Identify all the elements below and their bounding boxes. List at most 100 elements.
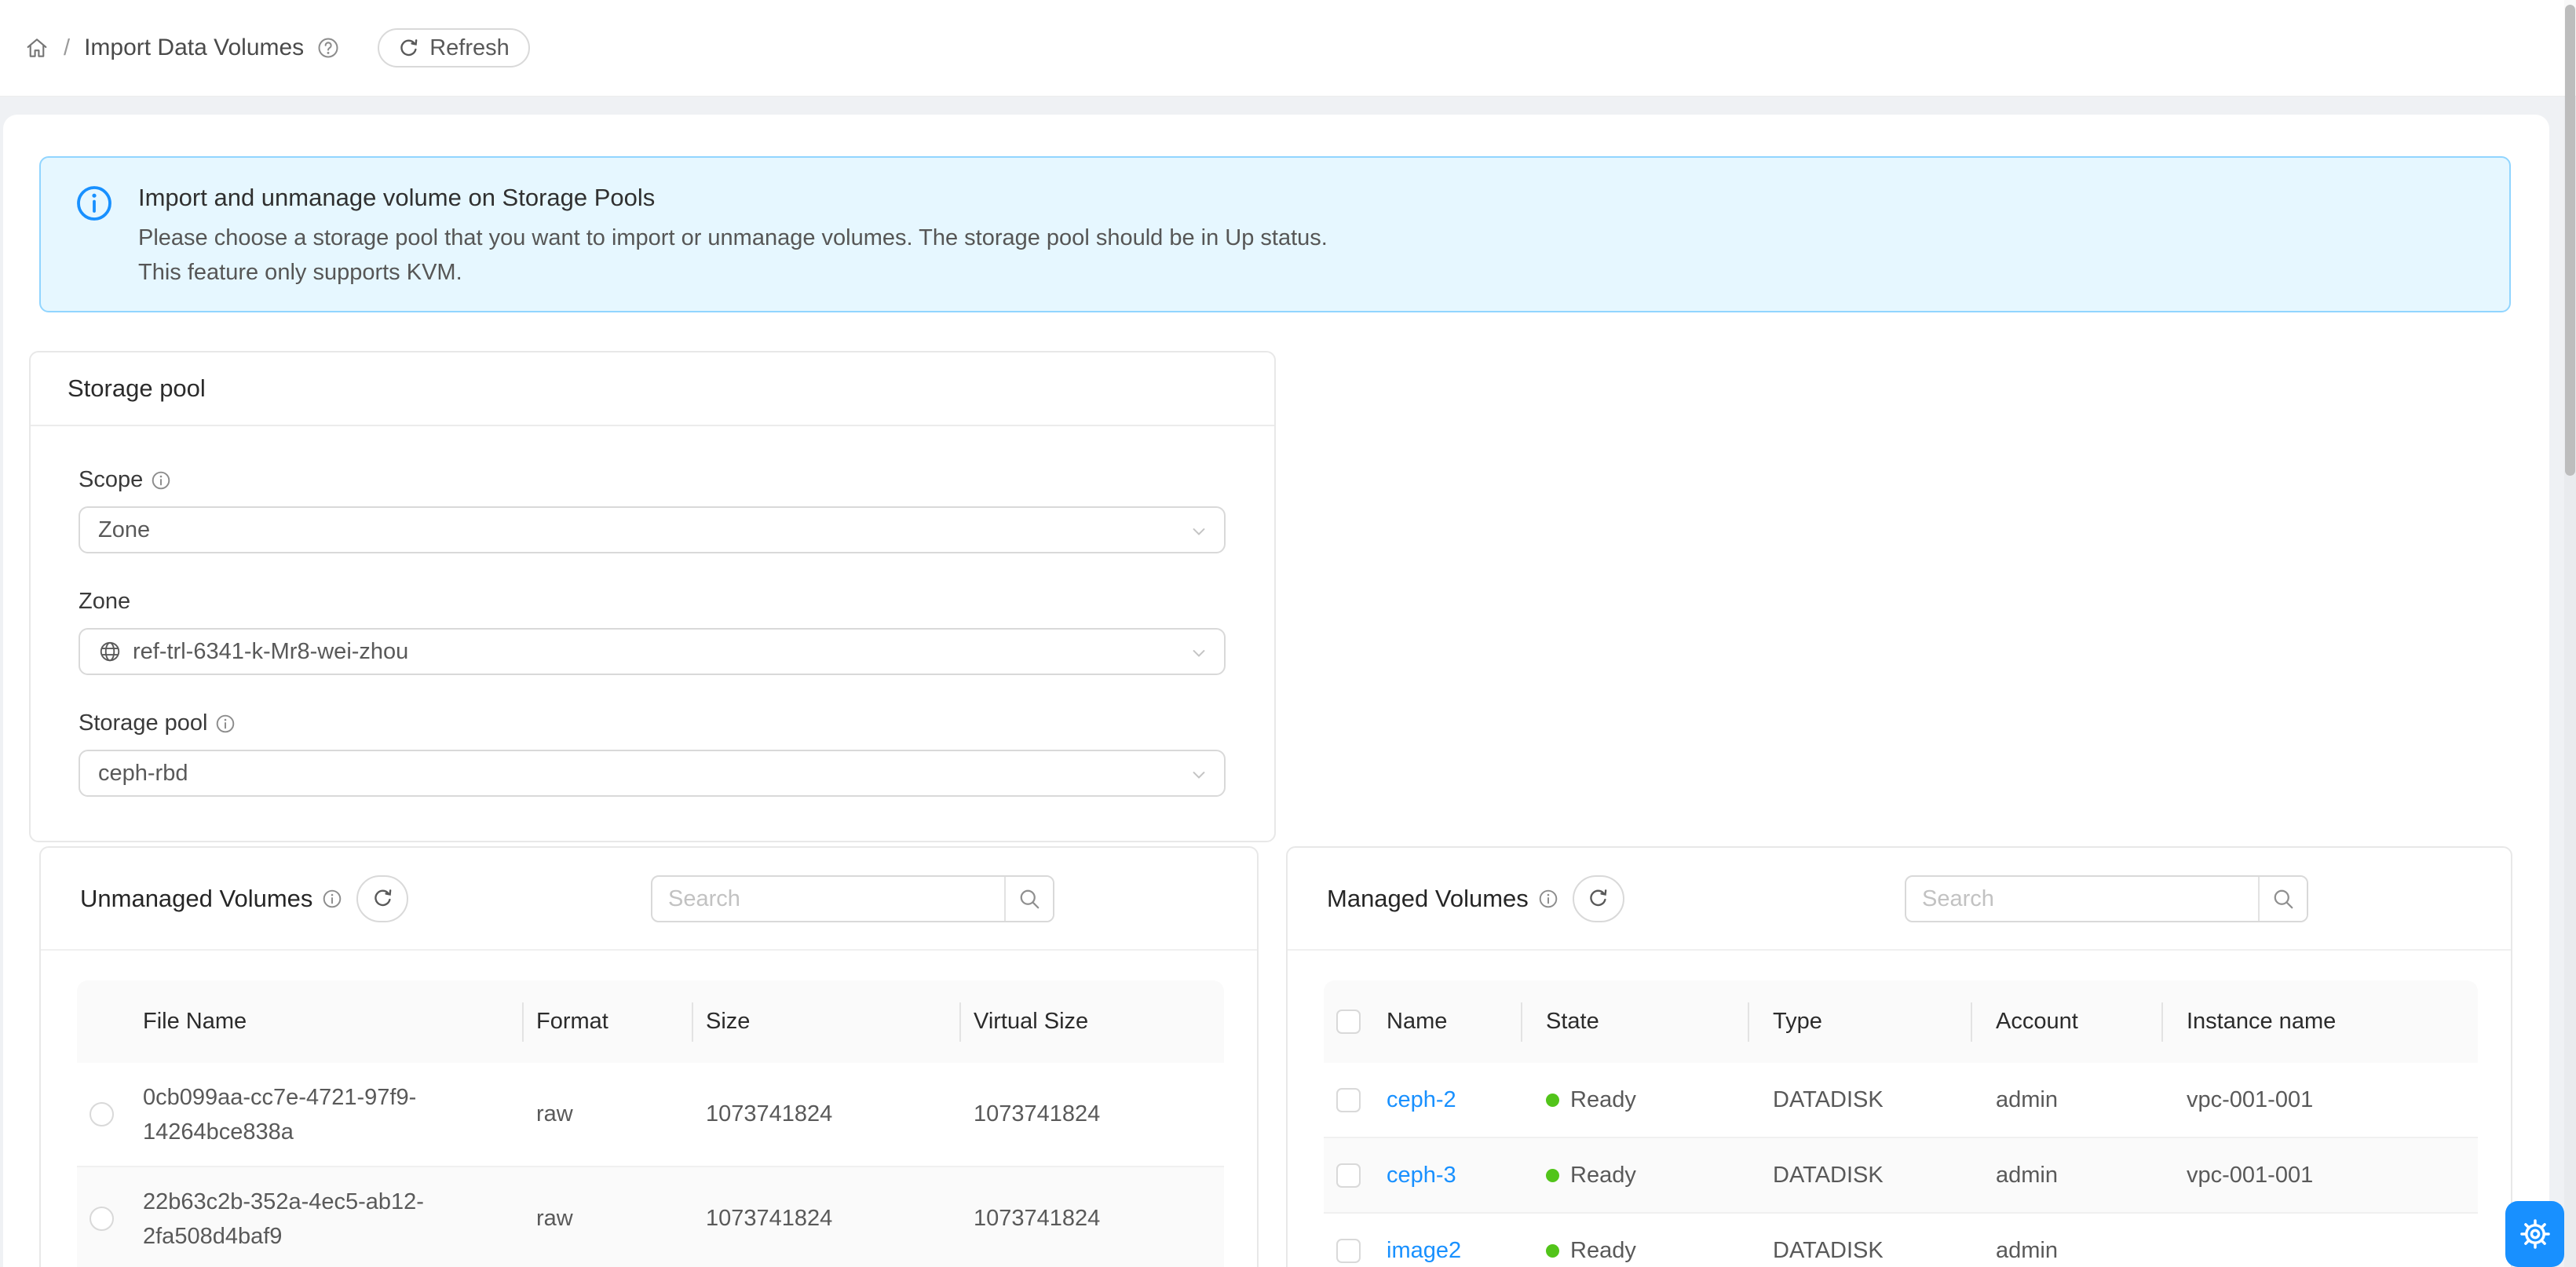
alert-description-line2: This feature only supports KVM. <box>138 255 1328 290</box>
scrollbar <box>2564 0 2576 1267</box>
row-checkbox[interactable] <box>1336 1088 1361 1112</box>
selection-column <box>77 980 143 1063</box>
cell-type: DATADISK <box>1748 1163 1971 1188</box>
alert-description-line1: Please choose a storage pool that you wa… <box>138 221 1328 255</box>
help-icon[interactable] <box>316 36 340 60</box>
cell-state: Ready <box>1570 1087 1636 1113</box>
row-radio[interactable] <box>90 1207 114 1231</box>
chevron-down-icon <box>1188 520 1210 542</box>
managed-volumes-card: Managed Volumes <box>1286 846 2512 1267</box>
info-circle-icon <box>75 184 113 311</box>
globe-icon <box>98 640 122 663</box>
cell-virtual-size: 1073741824 <box>959 1101 1224 1127</box>
table-row[interactable]: 22b63c2b-352a-4ec5-ab12-2fa508d4baf9 raw… <box>77 1167 1224 1267</box>
storage-pool-info-icon[interactable] <box>215 714 236 734</box>
storage-pool-label: Storage pool <box>79 710 207 736</box>
column-header-virtual-size: Virtual Size <box>959 980 1224 1063</box>
refresh-button[interactable]: Refresh <box>378 28 530 68</box>
unmanaged-table-header: File Name Format Size Virtual Size <box>77 980 1224 1063</box>
status-dot <box>1546 1169 1559 1182</box>
gear-icon <box>2518 1217 2552 1251</box>
cell-file-name: 0cb099aa-cc7e-4721-97f9-14264bce838a <box>143 1080 512 1149</box>
home-icon[interactable] <box>24 35 49 60</box>
info-alert: Import and unmanage volume on Storage Po… <box>39 156 2511 312</box>
chevron-down-icon <box>1188 642 1210 664</box>
storage-pool-card: Storage pool Scope Zone <box>29 351 1276 842</box>
scope-form-item: Scope Zone <box>79 467 1226 553</box>
scrollbar-thumb[interactable] <box>2565 5 2575 476</box>
status-dot <box>1546 1094 1559 1107</box>
column-header-instance-name: Instance name <box>2161 980 2478 1063</box>
cell-account: admin <box>1971 1163 2161 1188</box>
zone-select-value: ref-trl-6341-k-Mr8-wei-zhou <box>133 639 408 665</box>
unmanaged-search <box>651 875 1054 922</box>
unmanaged-volumes-card: Unmanaged Volumes <box>39 846 1259 1267</box>
scope-info-icon[interactable] <box>151 470 171 491</box>
storage-pool-select-value: ceph-rbd <box>98 761 188 787</box>
cell-type: DATADISK <box>1748 1238 1971 1264</box>
cell-virtual-size: 1073741824 <box>959 1206 1224 1232</box>
table-row[interactable]: image2 Ready DATADISK admin <box>1324 1214 2478 1267</box>
alert-text: Import and unmanage volume on Storage Po… <box>138 181 1328 311</box>
search-icon[interactable] <box>2258 877 2307 921</box>
breadcrumb-bar: / Import Data Volumes Refresh <box>0 0 2576 97</box>
managed-search <box>1905 875 2308 922</box>
scope-label: Scope <box>79 467 143 493</box>
volume-link[interactable]: image2 <box>1387 1238 1461 1264</box>
row-checkbox[interactable] <box>1336 1239 1361 1263</box>
status-dot <box>1546 1244 1559 1258</box>
column-header-file-name: File Name <box>143 980 522 1063</box>
column-header-size: Size <box>692 980 959 1063</box>
managed-info-icon[interactable] <box>1538 889 1558 909</box>
chevron-down-icon <box>1188 764 1210 786</box>
cell-instance-name: vpc-001-001 <box>2161 1163 2478 1188</box>
storage-pool-select[interactable]: ceph-rbd <box>79 750 1226 797</box>
cell-account: admin <box>1971 1087 2161 1113</box>
storage-pool-card-title: Storage pool <box>31 352 1274 426</box>
column-header-type: Type <box>1748 980 1971 1063</box>
managed-table-header: Name State Type Account Instance name <box>1324 980 2478 1063</box>
cell-format: raw <box>522 1101 692 1127</box>
unmanaged-volumes-title: Unmanaged Volumes <box>80 885 312 913</box>
reload-icon <box>398 38 419 59</box>
cell-state: Ready <box>1570 1238 1636 1264</box>
unmanaged-refresh-button[interactable] <box>356 875 408 922</box>
unmanaged-info-icon[interactable] <box>322 889 342 909</box>
column-header-format: Format <box>522 980 692 1063</box>
cell-account: admin <box>1971 1238 2161 1264</box>
zone-select[interactable]: ref-trl-6341-k-Mr8-wei-zhou <box>79 628 1226 675</box>
select-all-checkbox[interactable] <box>1336 1010 1361 1034</box>
managed-refresh-button[interactable] <box>1573 875 1624 922</box>
cell-state: Ready <box>1570 1163 1636 1188</box>
cell-size: 1073741824 <box>692 1206 959 1232</box>
cell-file-name: 22b63c2b-352a-4ec5-ab12-2fa508d4baf9 <box>143 1185 512 1254</box>
unmanaged-search-input[interactable] <box>652 877 1004 921</box>
column-header-account: Account <box>1971 980 2161 1063</box>
settings-fab[interactable] <box>2505 1201 2564 1267</box>
table-row[interactable]: 0cb099aa-cc7e-4721-97f9-14264bce838a raw… <box>77 1063 1224 1167</box>
breadcrumb-separator: / <box>64 35 70 61</box>
search-icon[interactable] <box>1004 877 1053 921</box>
volume-link[interactable]: ceph-2 <box>1387 1087 1456 1113</box>
cell-format: raw <box>522 1206 692 1232</box>
managed-search-input[interactable] <box>1906 877 2258 921</box>
scope-select-value: Zone <box>98 517 150 543</box>
zone-form-item: Zone ref-trl-6341-k-Mr8-wei-zhou <box>79 589 1226 675</box>
column-header-name: Name <box>1374 980 1521 1063</box>
pool-form-item: Storage pool ceph-rbd <box>79 710 1226 797</box>
volume-link[interactable]: ceph-3 <box>1387 1163 1456 1188</box>
cell-type: DATADISK <box>1748 1087 1971 1113</box>
table-row[interactable]: ceph-3 Ready DATADISK admin vpc-001-001 <box>1324 1138 2478 1214</box>
row-radio[interactable] <box>90 1102 114 1126</box>
page-title: Import Data Volumes <box>84 35 304 61</box>
cell-size: 1073741824 <box>692 1101 959 1127</box>
zone-label: Zone <box>79 589 130 615</box>
table-row[interactable]: ceph-2 Ready DATADISK admin vpc-001-001 <box>1324 1063 2478 1138</box>
refresh-button-label: Refresh <box>429 35 510 61</box>
main-panel: Import and unmanage volume on Storage Po… <box>3 115 2549 1267</box>
alert-title: Import and unmanage volume on Storage Po… <box>138 181 1328 214</box>
row-checkbox[interactable] <box>1336 1163 1361 1188</box>
page: / Import Data Volumes Refresh <box>0 0 2576 1267</box>
unmanaged-volumes-table: File Name Format Size Virtual Size 0cb09… <box>77 980 1224 1267</box>
scope-select[interactable]: Zone <box>79 506 1226 553</box>
